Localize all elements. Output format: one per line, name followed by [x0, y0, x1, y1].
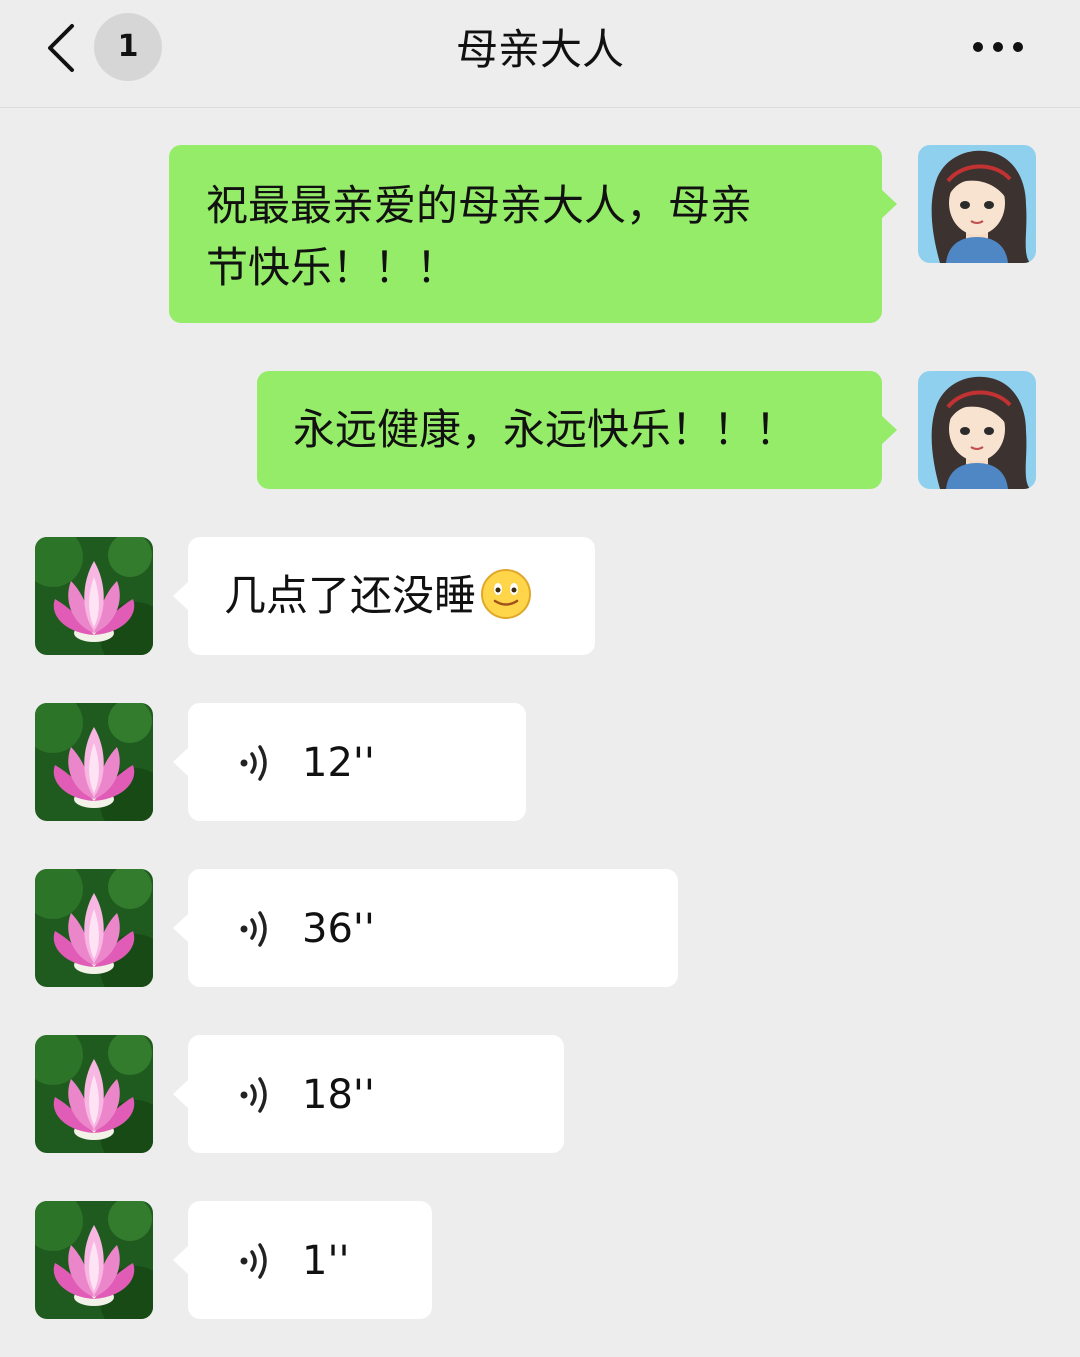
message-text-line: 节快乐！！！: [206, 243, 459, 292]
voice-duration: 18'': [302, 1072, 375, 1118]
voice-wave-icon: [240, 1243, 267, 1279]
incoming-message-bubble[interactable]: 几点了还没睡: [173, 537, 595, 655]
voice-duration: 12'': [302, 740, 375, 786]
chat-title: 母亲大人: [455, 25, 624, 74]
girl-cartoon-avatar[interactable]: [918, 371, 1036, 489]
smile-emoji-icon: [481, 569, 532, 619]
voice-message-bubble[interactable]: 18'': [173, 1035, 564, 1153]
voice-message-bubble[interactable]: 12'': [173, 703, 526, 821]
voice-message-bubble[interactable]: 36'': [173, 869, 678, 987]
lotus-avatar[interactable]: [35, 869, 153, 987]
lotus-avatar[interactable]: [35, 1201, 153, 1319]
girl-cartoon-avatar[interactable]: [918, 145, 1036, 263]
message-text: 几点了还没睡: [224, 571, 477, 620]
more-dots-icon[interactable]: [966, 30, 1030, 64]
lotus-avatar[interactable]: [35, 1035, 153, 1153]
lotus-avatar[interactable]: [35, 703, 153, 821]
voice-message-bubble[interactable]: 1'': [173, 1201, 432, 1319]
voice-wave-icon: [240, 911, 267, 947]
top-bar: 1 母亲大人: [0, 0, 1080, 108]
voice-duration: 36'': [302, 906, 375, 952]
message-text-row: 几点了还没睡: [224, 565, 565, 627]
message-text-line: 祝最最亲爱的母亲大人，母亲: [206, 181, 753, 230]
outgoing-message-bubble[interactable]: 永远健康，永远快乐！！！: [257, 371, 897, 489]
voice-wave-icon: [240, 745, 267, 781]
message-text: 永远健康，永远快乐！！！: [293, 405, 798, 454]
lotus-avatar[interactable]: [35, 537, 153, 655]
outgoing-message-bubble[interactable]: 祝最最亲爱的母亲大人，母亲 节快乐！！！: [169, 145, 897, 323]
voice-duration: 1'': [302, 1238, 350, 1284]
voice-wave-icon: [240, 1077, 267, 1113]
